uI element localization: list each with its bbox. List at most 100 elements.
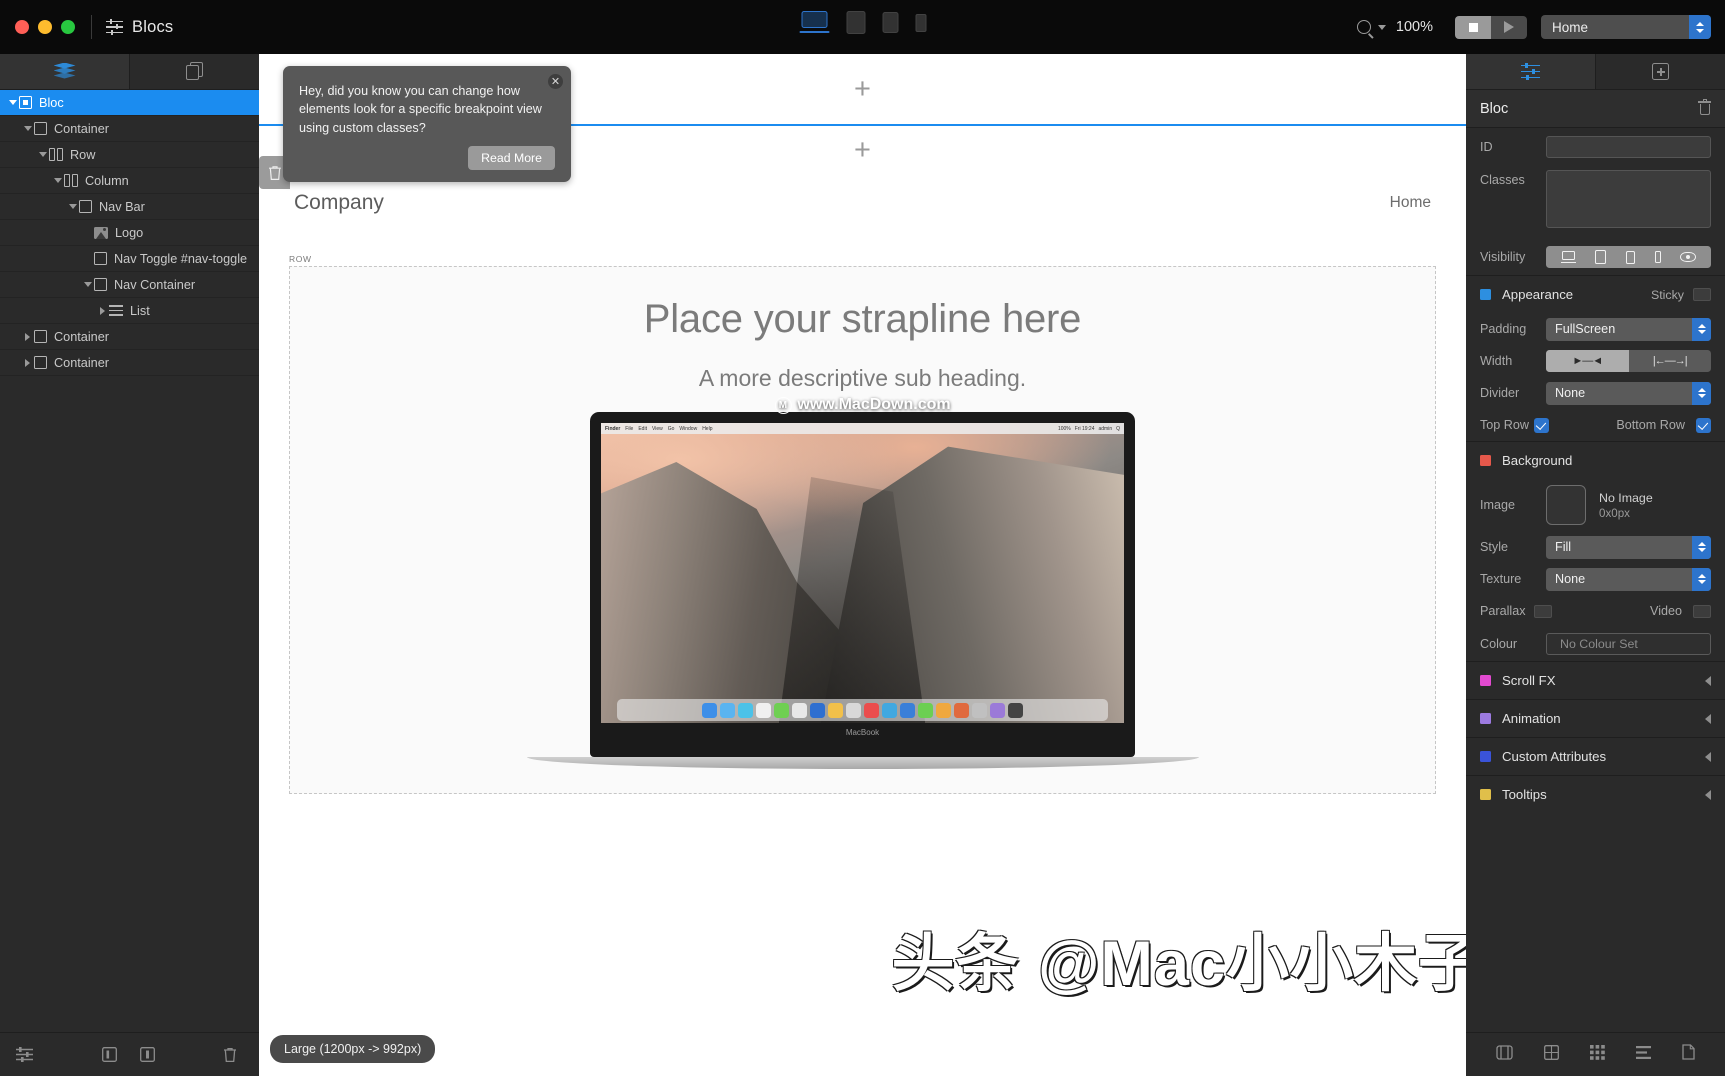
- section-color-swatch: [1480, 675, 1491, 686]
- texture-select[interactable]: None: [1546, 567, 1711, 591]
- layer-tree-item[interactable]: Row: [0, 142, 259, 168]
- close-window-button[interactable]: [15, 20, 29, 34]
- bottom-row-checkbox[interactable]: [1696, 417, 1711, 433]
- search-icon[interactable]: [1356, 20, 1371, 34]
- navbar-link-home[interactable]: Home: [1390, 194, 1431, 212]
- twisty-down-icon[interactable]: [23, 126, 32, 131]
- visibility-eye-button[interactable]: [1680, 252, 1697, 262]
- chevron-left-icon[interactable]: [1705, 789, 1711, 800]
- twisty-right-icon[interactable]: [100, 306, 105, 315]
- play-button[interactable]: [1491, 15, 1527, 39]
- twisty-down-icon[interactable]: [8, 100, 17, 105]
- tab-settings[interactable]: [1466, 54, 1596, 89]
- chevron-left-icon[interactable]: [1705, 675, 1711, 686]
- subheading-text[interactable]: A more descriptive sub heading.: [290, 365, 1435, 392]
- style-stepper[interactable]: [1692, 535, 1711, 559]
- add-icon[interactable]: +: [854, 74, 871, 104]
- breakpoint-desktop-button[interactable]: [799, 11, 829, 34]
- section-scroll-fx[interactable]: Scroll FX: [1466, 661, 1725, 699]
- section-animation[interactable]: Animation: [1466, 699, 1725, 737]
- top-row-checkbox[interactable]: [1534, 417, 1549, 433]
- hero-row[interactable]: Place your strapline here A more descrip…: [289, 266, 1436, 794]
- layer-tree-item[interactable]: List: [0, 298, 259, 324]
- width-inset-button[interactable]: ►—◄: [1546, 350, 1629, 372]
- tab-add-elements[interactable]: [1596, 54, 1725, 89]
- classes-input[interactable]: [1546, 170, 1711, 228]
- page-selector[interactable]: Home: [1541, 15, 1711, 39]
- visibility-phone-button[interactable]: [1654, 251, 1661, 263]
- layer-tree-item[interactable]: Logo: [0, 220, 259, 246]
- split-view-icon[interactable]: [102, 1047, 117, 1062]
- preview-navbar[interactable]: Company Home: [259, 156, 1466, 232]
- divider-select[interactable]: None: [1546, 381, 1711, 405]
- layer-tree-item[interactable]: Nav Bar: [0, 194, 259, 220]
- layer-tree-item[interactable]: Container: [0, 350, 259, 376]
- twisty-right-icon[interactable]: [25, 332, 30, 341]
- style-select[interactable]: Fill: [1546, 535, 1711, 559]
- zoom-control[interactable]: 100%: [1356, 19, 1433, 35]
- texture-stepper[interactable]: [1692, 567, 1711, 591]
- section-background[interactable]: Background: [1466, 441, 1725, 479]
- design-canvas[interactable]: + + Company Home ROW Place your straplin…: [259, 54, 1466, 1076]
- minimize-window-button[interactable]: [38, 20, 52, 34]
- visibility-segmented-control[interactable]: [1546, 246, 1711, 268]
- layer-tree-item[interactable]: Nav Container: [0, 272, 259, 298]
- close-icon[interactable]: ✕: [548, 74, 563, 89]
- stop-button[interactable]: [1455, 15, 1491, 39]
- breakpoint-toggle-group[interactable]: [799, 11, 926, 34]
- tab-layers[interactable]: [0, 54, 130, 89]
- chevron-down-icon[interactable]: [1377, 24, 1386, 30]
- width-segmented-control[interactable]: ►—◄ |←—→|: [1546, 350, 1711, 372]
- preview-controls[interactable]: [1455, 15, 1527, 39]
- layer-tree-item[interactable]: Container: [0, 116, 259, 142]
- visibility-desktop-button[interactable]: [1560, 251, 1576, 263]
- layer-tree-item[interactable]: Bloc: [0, 90, 259, 116]
- width-full-button[interactable]: |←—→|: [1629, 350, 1712, 372]
- read-more-button[interactable]: Read More: [468, 145, 555, 170]
- bg-image-thumbnail[interactable]: [1546, 485, 1586, 525]
- twisty-down-icon[interactable]: [83, 282, 92, 287]
- list-icon[interactable]: [1636, 1045, 1651, 1064]
- grid-small-icon[interactable]: [1544, 1044, 1559, 1065]
- video-toggle[interactable]: [1693, 604, 1711, 618]
- tab-pages[interactable]: [130, 54, 259, 89]
- id-input[interactable]: [1546, 135, 1711, 158]
- layer-tree-item[interactable]: Column: [0, 168, 259, 194]
- divider-stepper[interactable]: [1692, 381, 1711, 405]
- macbook-image[interactable]: M www.MacDown.com Finder File Edit View Go Wi…: [526, 396, 1199, 769]
- navbar-brand[interactable]: Company: [294, 191, 384, 215]
- panel-icon[interactable]: [140, 1047, 155, 1062]
- twisty-down-icon[interactable]: [38, 152, 47, 157]
- sticky-toggle[interactable]: [1693, 288, 1711, 301]
- parallax-toggle[interactable]: [1534, 604, 1552, 618]
- colour-value[interactable]: No Colour Set: [1546, 633, 1711, 655]
- visibility-tablet-landscape-button[interactable]: [1595, 250, 1607, 264]
- trash-icon[interactable]: [1698, 98, 1711, 116]
- breakpoint-tablet-landscape-button[interactable]: [846, 11, 865, 34]
- padding-select[interactable]: FullScreen: [1546, 317, 1711, 341]
- chevron-left-icon[interactable]: [1705, 713, 1711, 724]
- padding-stepper[interactable]: [1692, 317, 1711, 341]
- grid-icon[interactable]: [1590, 1044, 1605, 1065]
- twisty-right-icon[interactable]: [25, 358, 30, 367]
- window-controls[interactable]: [15, 20, 75, 34]
- twisty-down-icon[interactable]: [68, 204, 77, 209]
- strapline-text[interactable]: Place your strapline here: [290, 297, 1435, 342]
- page-icon[interactable]: [1682, 1044, 1695, 1065]
- section-appearance[interactable]: Appearance Sticky: [1466, 275, 1725, 313]
- breakpoint-tablet-portrait-button[interactable]: [882, 12, 898, 34]
- chevron-left-icon[interactable]: [1705, 751, 1711, 762]
- twisty-down-icon[interactable]: [53, 178, 62, 183]
- component-icon[interactable]: [1496, 1044, 1513, 1065]
- add-icon[interactable]: +: [854, 135, 871, 165]
- settings-sliders-icon[interactable]: [16, 1047, 33, 1062]
- trash-icon[interactable]: [223, 1047, 237, 1063]
- layer-tree-item[interactable]: Nav Toggle #nav-toggle: [0, 246, 259, 272]
- page-stepper[interactable]: [1689, 15, 1711, 39]
- section-tooltips[interactable]: Tooltips: [1466, 775, 1725, 813]
- layer-tree-item[interactable]: Container: [0, 324, 259, 350]
- visibility-tablet-portrait-button[interactable]: [1625, 250, 1635, 264]
- breakpoint-phone-button[interactable]: [915, 14, 926, 34]
- maximize-window-button[interactable]: [61, 20, 75, 34]
- section-custom-attributes[interactable]: Custom Attributes: [1466, 737, 1725, 775]
